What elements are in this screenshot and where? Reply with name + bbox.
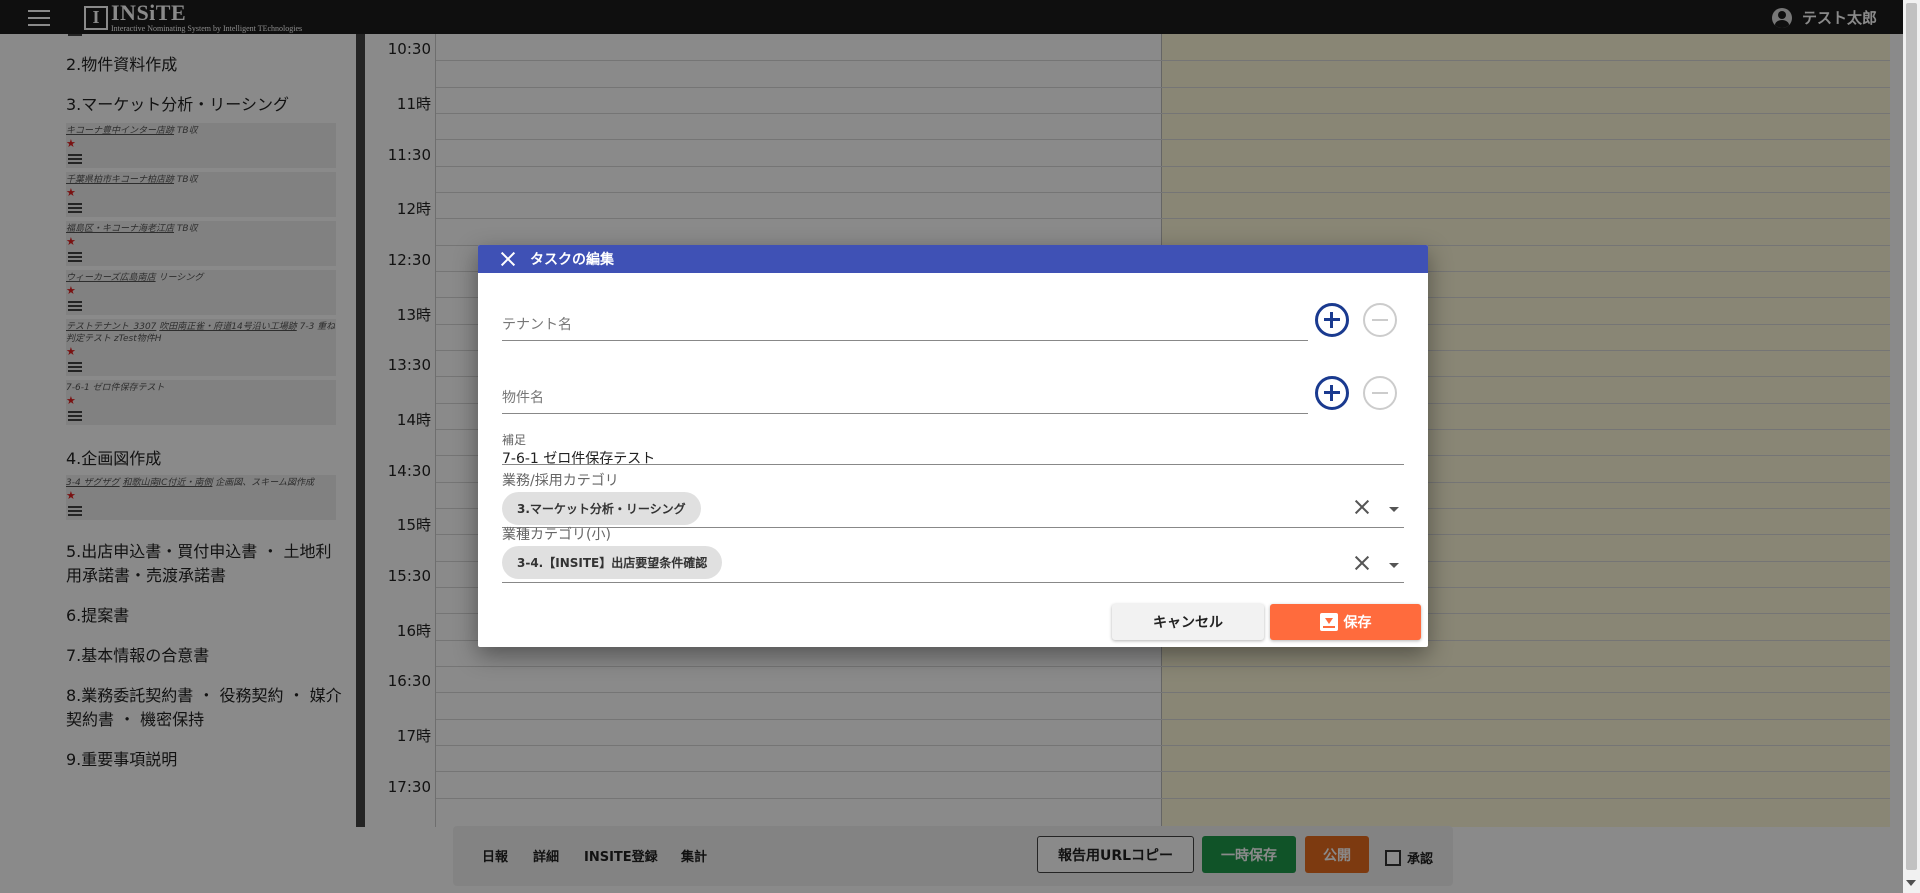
category-label: 業務/採用カテゴリ xyxy=(502,473,619,489)
remove-property-icon xyxy=(1363,376,1397,410)
tenant-field-row: テナント名 xyxy=(502,301,1308,341)
page-scrollbar[interactable] xyxy=(1903,0,1920,893)
clear-subcategory-icon[interactable] xyxy=(1355,556,1369,570)
subcategory-chip[interactable]: 3-4.【INSITE】出店要望条件確認 xyxy=(502,546,723,579)
property-name-placeholder: 物件名 xyxy=(502,390,544,406)
category-dropdown-icon[interactable] xyxy=(1389,507,1399,512)
save-button[interactable]: 保存 xyxy=(1270,604,1421,640)
tenant-name-input[interactable]: テナント名 xyxy=(502,301,1308,341)
cancel-button[interactable]: キャンセル xyxy=(1112,604,1264,640)
subcategory-select[interactable]: 業種カテゴリ(小) 3-4.【INSITE】出店要望条件確認 xyxy=(502,524,1404,583)
subcategory-dropdown-icon[interactable] xyxy=(1389,563,1399,568)
note-label: 補足 xyxy=(502,433,527,447)
save-button-label: 保存 xyxy=(1343,615,1372,631)
note-field[interactable]: 補足 7-6-1 ゼロ件保存テスト xyxy=(502,431,1404,468)
remove-tenant-icon xyxy=(1363,303,1397,337)
tenant-name-placeholder: テナント名 xyxy=(502,317,572,333)
save-icon xyxy=(1319,613,1338,631)
dialog-header: タスクの編集 xyxy=(478,245,1428,273)
property-name-input[interactable]: 物件名 xyxy=(502,374,1308,414)
page-scrollbar-thumb[interactable] xyxy=(1906,3,1917,870)
add-property-icon[interactable] xyxy=(1315,376,1349,410)
clear-category-icon[interactable] xyxy=(1355,500,1369,514)
subcategory-label: 業種カテゴリ(小) xyxy=(502,527,611,543)
close-icon[interactable] xyxy=(500,251,516,267)
category-select[interactable]: 業務/採用カテゴリ 3.マーケット分析・リーシング xyxy=(502,470,1404,528)
category-chip[interactable]: 3.マーケット分析・リーシング xyxy=(502,492,701,525)
dialog-title: タスクの編集 xyxy=(530,252,614,268)
edit-task-dialog: タスクの編集 テナント名 物件名 補足 7-6-1 ゼロ件保存テスト 業務/採用… xyxy=(478,245,1428,647)
property-field-row: 物件名 xyxy=(502,374,1308,414)
scroll-down-arrow-icon[interactable] xyxy=(1906,880,1916,886)
add-tenant-icon[interactable] xyxy=(1315,303,1349,337)
note-value[interactable]: 7-6-1 ゼロ件保存テスト xyxy=(502,448,1404,468)
